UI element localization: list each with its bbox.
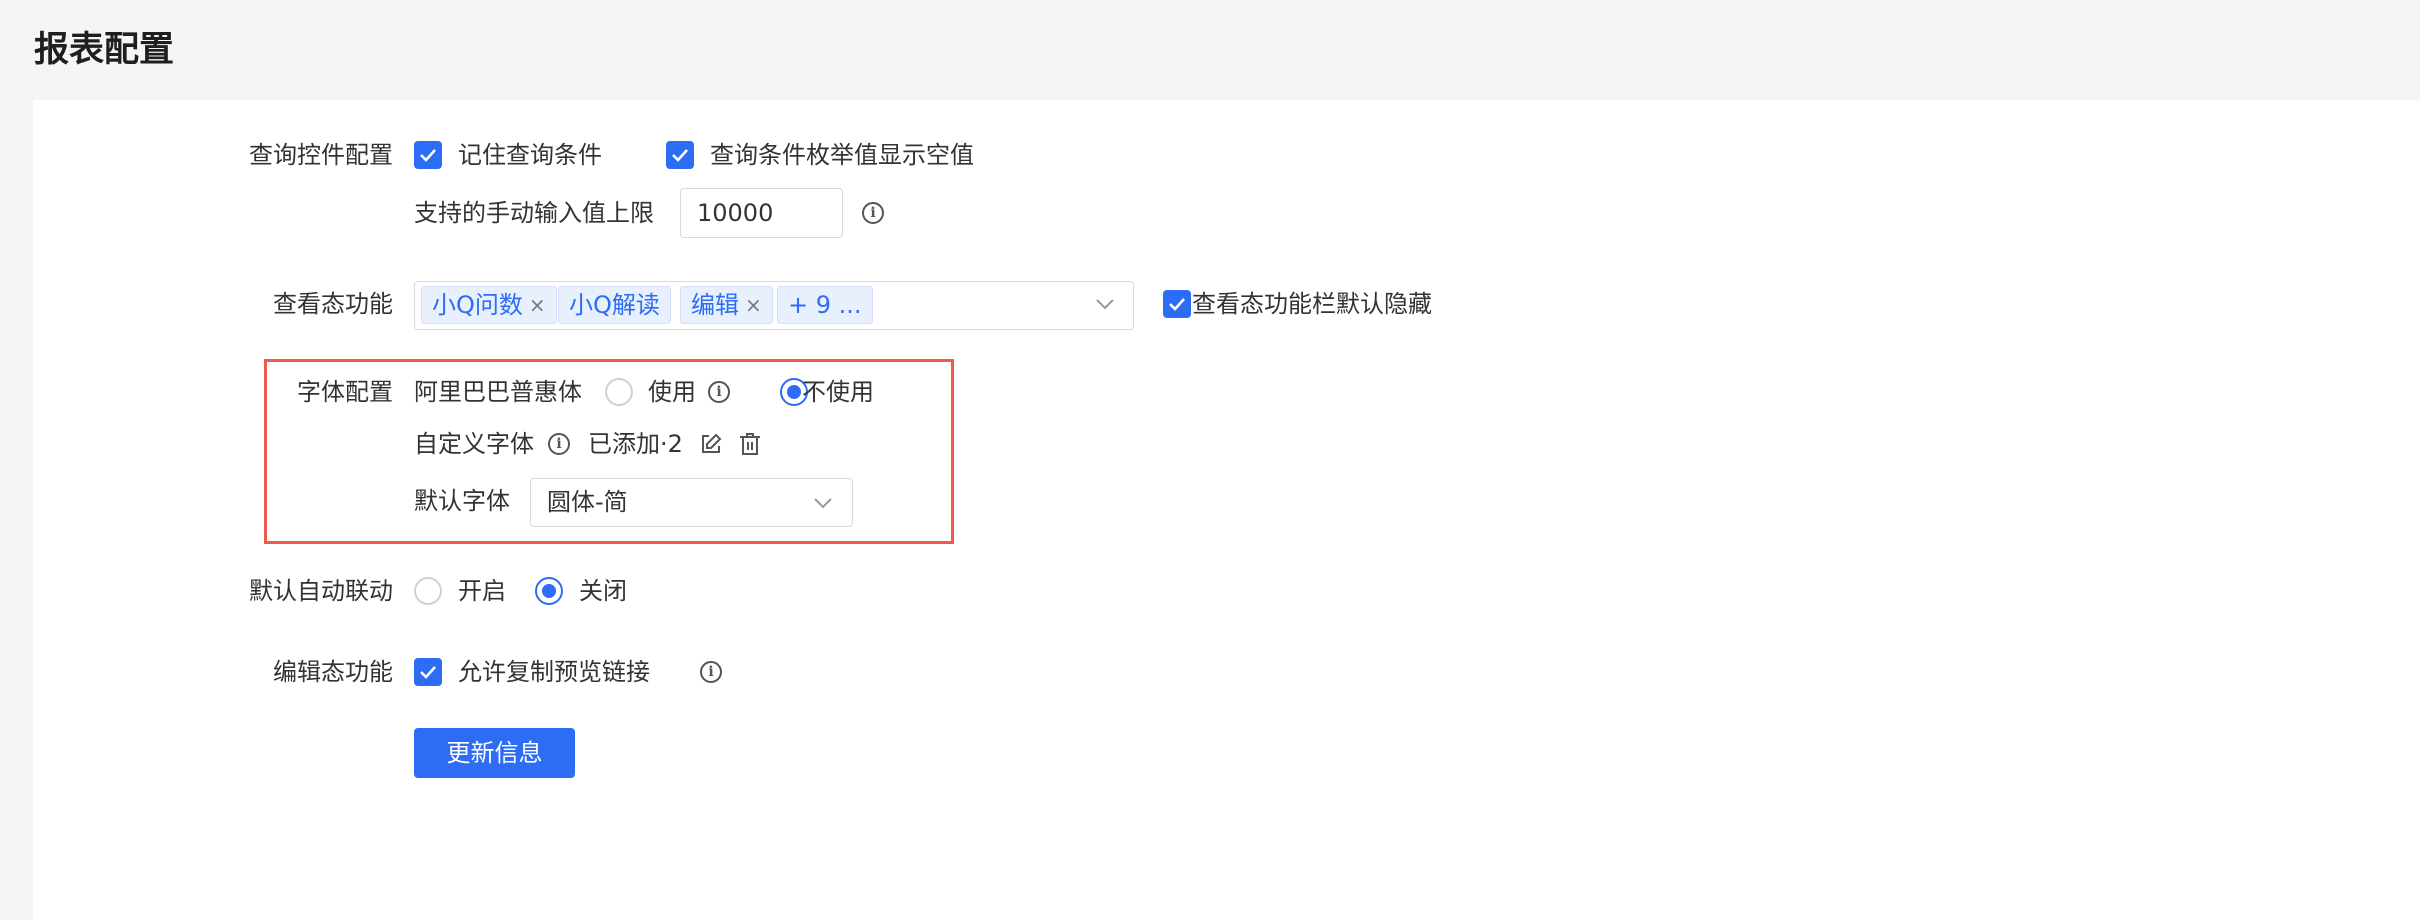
radio-dot — [542, 584, 556, 598]
config-panel: 查询控件配置 记住查询条件 查询条件枚举值显示空值 支持的手动输入值上限 100… — [33, 100, 2420, 920]
update-info-button[interactable]: 更新信息 — [414, 728, 575, 778]
default-font-value: 圆体-简 — [547, 488, 628, 516]
checkmark-icon — [420, 149, 436, 162]
allow-copy-preview-label: 允许复制预览链接 — [458, 658, 650, 686]
show-empty-enum-label: 查询条件枚举值显示空值 — [710, 141, 974, 169]
view-features-label: 查看态功能 — [273, 290, 393, 318]
chevron-down-icon — [814, 498, 832, 509]
edit-icon[interactable] — [699, 432, 723, 456]
info-icon[interactable]: i — [700, 661, 722, 683]
hide-toolbar-default-label: 查看态功能栏默认隐藏 — [1192, 290, 1432, 318]
checkmark-icon — [672, 149, 688, 162]
close-icon[interactable]: × — [745, 287, 762, 323]
tag-label: 小Q问数 — [432, 291, 523, 319]
edit-features-label: 编辑态功能 — [273, 658, 393, 686]
auto-link-off-label: 关闭 — [579, 577, 627, 605]
close-icon[interactable]: × — [529, 287, 546, 323]
custom-font-label: 自定义字体 — [414, 430, 534, 458]
chevron-down-icon — [1096, 299, 1114, 310]
info-icon[interactable]: i — [708, 381, 730, 403]
query-control-label: 查询控件配置 — [249, 141, 393, 169]
alibaba-font-not-use-label: 不使用 — [802, 378, 874, 406]
checkmark-icon — [1169, 298, 1185, 311]
default-font-label: 默认字体 — [414, 487, 510, 515]
tag-label: 小Q解读 — [569, 291, 660, 319]
alibaba-font-label: 阿里巴巴普惠体 — [414, 378, 582, 406]
tag-label: + 9 ... — [788, 291, 862, 319]
page-title: 报表配置 — [34, 30, 175, 70]
hide-toolbar-default-checkbox[interactable] — [1163, 290, 1191, 318]
custom-font-status: 已添加·2 — [588, 430, 683, 458]
remember-conditions-label: 记住查询条件 — [458, 141, 602, 169]
info-icon[interactable]: i — [548, 433, 570, 455]
default-font-select[interactable]: 圆体-简 — [530, 478, 853, 527]
checkmark-icon — [420, 666, 436, 679]
delete-icon[interactable] — [738, 431, 762, 457]
more-tags-badge[interactable]: + 9 ... — [777, 286, 873, 324]
alibaba-font-use-label: 使用 — [648, 378, 696, 406]
auto-link-label: 默认自动联动 — [249, 577, 393, 605]
show-empty-enum-checkbox[interactable] — [666, 141, 694, 169]
info-icon[interactable]: i — [862, 202, 884, 224]
max-manual-input-value: 10000 — [697, 199, 774, 227]
font-config-label: 字体配置 — [297, 378, 393, 406]
alibaba-font-use-radio[interactable] — [605, 378, 633, 406]
view-features-select[interactable]: 小Q问数 × 小Q解读 编辑 × + 9 ... — [414, 281, 1134, 330]
auto-link-on-radio[interactable] — [414, 577, 442, 605]
max-manual-input-field[interactable]: 10000 — [680, 188, 843, 238]
view-feature-tag[interactable]: 小Q问数 × — [421, 286, 557, 324]
view-feature-tag[interactable]: 编辑 × — [680, 286, 773, 324]
tag-label: 编辑 — [691, 291, 739, 319]
max-manual-input-label: 支持的手动输入值上限 — [414, 199, 654, 227]
allow-copy-preview-checkbox[interactable] — [414, 658, 442, 686]
auto-link-on-label: 开启 — [458, 577, 506, 605]
view-feature-tag[interactable]: 小Q解读 — [558, 286, 671, 324]
radio-dot — [787, 385, 801, 399]
remember-conditions-checkbox[interactable] — [414, 141, 442, 169]
auto-link-off-radio[interactable] — [535, 577, 563, 605]
